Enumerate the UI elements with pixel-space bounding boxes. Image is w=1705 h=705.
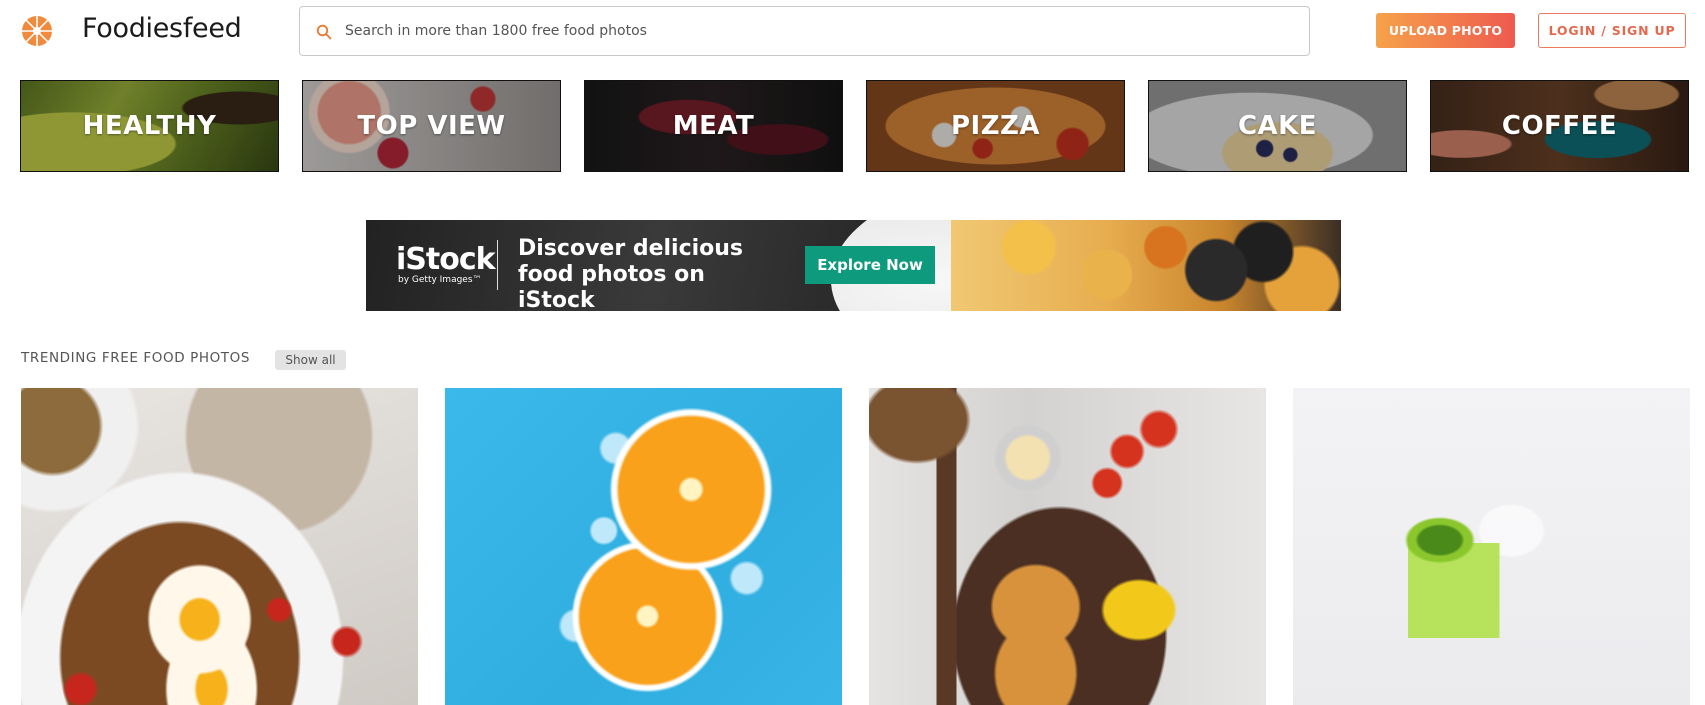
section-title: TRENDING FREE FOOD PHOTOS (21, 350, 251, 366)
category-label: MEAT (672, 111, 755, 141)
show-all-button[interactable]: Show all (275, 350, 346, 370)
category-label: CAKE (1237, 111, 1318, 141)
search-box[interactable] (299, 6, 1310, 56)
category-coffee[interactable]: COFFEE (1430, 80, 1689, 172)
login-signup-button[interactable]: LOGIN / SIGN UP (1538, 13, 1686, 48)
category-label: TOP VIEW (357, 111, 506, 141)
logo-text[interactable]: Foodiesfeed (82, 13, 242, 44)
search-icon (316, 24, 332, 40)
category-cake[interactable]: CAKE (1148, 80, 1407, 172)
upload-photo-button[interactable]: UPLOAD PHOTO (1376, 13, 1515, 48)
istock-logo: iStock (396, 242, 496, 277)
banner-food-image (951, 220, 1341, 311)
photo-eggs-toast[interactable] (21, 388, 418, 705)
explore-now-button[interactable]: Explore Now (805, 246, 935, 284)
banner-headline: Discover delicious food photos on iStock (518, 236, 744, 311)
site-header: Foodiesfeed UPLOAD PHOTO LOGIN / SIGN UP (0, 0, 1705, 68)
photo-burger-board[interactable] (869, 388, 1266, 705)
search-input[interactable] (345, 7, 1285, 55)
photo-lime-drink[interactable] (1293, 388, 1690, 705)
category-top-view[interactable]: TOP VIEW (302, 80, 561, 172)
category-label: HEALTHY (82, 111, 217, 141)
logo-icon[interactable] (21, 15, 53, 47)
photo-orange-slices[interactable] (445, 388, 842, 705)
category-pizza[interactable]: PIZZA (866, 80, 1125, 172)
category-meat[interactable]: MEAT (584, 80, 843, 172)
banner-divider (497, 240, 498, 290)
category-healthy[interactable]: HEALTHY (20, 80, 279, 172)
category-label: COFFEE (1501, 111, 1618, 141)
istock-logo-sub: by Getty Images™ (398, 275, 482, 285)
istock-banner[interactable]: iStock by Getty Images™ Discover delicio… (366, 220, 1341, 311)
category-label: PIZZA (950, 111, 1041, 141)
